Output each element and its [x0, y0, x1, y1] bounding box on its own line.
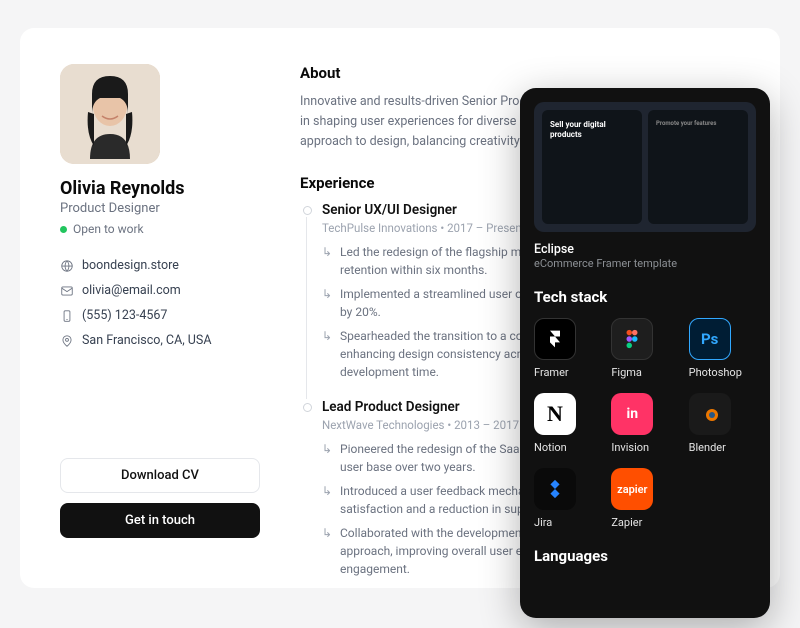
status-badge: Open to work: [60, 222, 260, 236]
contact-email[interactable]: olivia@email.com: [60, 283, 260, 298]
tool-label: Invision: [611, 441, 649, 454]
about-heading: About: [300, 64, 740, 82]
project-preview-headline: Sell your digital products: [550, 120, 634, 139]
get-in-touch-button[interactable]: Get in touch: [60, 503, 260, 538]
tool-label: Figma: [611, 366, 642, 379]
project-subtitle: eCommerce Framer template: [534, 257, 756, 270]
profile-name: Olivia Reynolds: [60, 178, 260, 199]
tool-item-figma[interactable]: Figma: [611, 318, 678, 379]
tool-label: Blender: [689, 441, 726, 454]
contact-phone[interactable]: (555) 123-4567: [60, 308, 260, 323]
contact-email-text: olivia@email.com: [82, 283, 181, 298]
sidebar-left: Olivia Reynolds Product Designer Open to…: [60, 64, 260, 548]
blender-icon: [689, 393, 731, 435]
tool-item-blender[interactable]: Blender: [689, 393, 756, 454]
languages-heading: Languages: [534, 547, 756, 565]
contact-location-text: San Francisco, CA, USA: [82, 333, 211, 348]
project-preview[interactable]: Sell your digital products Promote your …: [534, 102, 756, 232]
contact-phone-text: (555) 123-4567: [82, 308, 167, 323]
globe-icon: [60, 259, 74, 273]
framer-icon: [534, 318, 576, 360]
tool-item-ps[interactable]: Ps Photoshop: [689, 318, 756, 379]
side-panel: Sell your digital products Promote your …: [520, 88, 770, 618]
tool-item-zapier[interactable]: zapier Zapier: [611, 468, 678, 529]
download-cv-button[interactable]: Download CV: [60, 458, 260, 493]
location-icon: [60, 334, 74, 348]
contact-website-text: boondesign.store: [82, 258, 179, 273]
contact-website[interactable]: boondesign.store: [60, 258, 260, 273]
tool-label: Framer: [534, 366, 569, 379]
tool-label: Photoshop: [689, 366, 742, 379]
tool-label: Notion: [534, 441, 567, 454]
contact-location: San Francisco, CA, USA: [60, 333, 260, 348]
ps-icon: Ps: [689, 318, 731, 360]
avatar-image: [60, 64, 160, 164]
phone-icon: [60, 309, 74, 323]
project-preview-col2-text: Promote your features: [656, 120, 740, 127]
invision-icon: in: [611, 393, 653, 435]
project-title: Eclipse: [534, 242, 756, 257]
tech-stack-grid: Framer Figma Ps Photoshop N Notion in Invision B…: [534, 318, 756, 529]
mail-icon: [60, 284, 74, 298]
zapier-icon: zapier: [611, 468, 653, 510]
tool-item-invision[interactable]: in Invision: [611, 393, 678, 454]
project-preview-col: Sell your digital products: [542, 110, 642, 224]
avatar: [60, 64, 160, 164]
tech-stack-heading: Tech stack: [534, 288, 756, 306]
notion-icon: N: [534, 393, 576, 435]
status-dot-icon: [60, 226, 67, 233]
project-preview-col: Promote your features: [648, 110, 748, 224]
jira-icon: [534, 468, 576, 510]
profile-role: Product Designer: [60, 201, 260, 216]
tool-item-framer[interactable]: Framer: [534, 318, 601, 379]
tool-item-jira[interactable]: Jira: [534, 468, 601, 529]
tool-label: Zapier: [611, 516, 642, 529]
tool-label: Jira: [534, 516, 552, 529]
status-text: Open to work: [73, 222, 144, 236]
figma-icon: [611, 318, 653, 360]
tool-item-notion[interactable]: N Notion: [534, 393, 601, 454]
